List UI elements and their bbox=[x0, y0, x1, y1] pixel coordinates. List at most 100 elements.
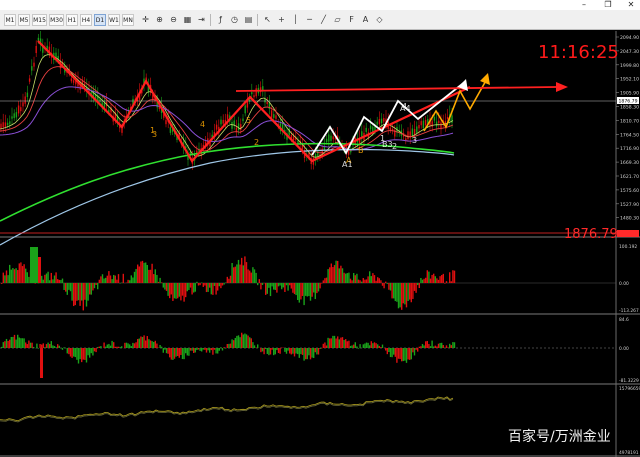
indicator-1-bar bbox=[100, 276, 102, 283]
indicator-1-bar bbox=[113, 274, 115, 283]
zoom-in-icon[interactable]: ⊕ bbox=[154, 14, 165, 26]
candle-body bbox=[446, 116, 449, 120]
axis-tick-label: 1621.70 bbox=[620, 174, 639, 180]
indicator-2-bar bbox=[68, 348, 70, 355]
timeframe-button-m15[interactable]: M15 bbox=[32, 14, 47, 26]
trendline-icon[interactable]: ╱ bbox=[318, 14, 329, 26]
indicator-2-bar bbox=[261, 348, 264, 352]
indicator-2-bar bbox=[413, 348, 416, 356]
crosshair-icon[interactable]: ✛ bbox=[140, 14, 151, 26]
indicator-2-bar bbox=[141, 336, 144, 348]
indicator-1-bar bbox=[74, 283, 76, 306]
indicator-1-bar bbox=[316, 283, 318, 294]
chart-toolbar: M1 M5 M15 M30 H1 H4 D1 W1 MN ✛ ⊕ ⊖ ▦ ⇥ ƒ ◷ ▤ ↖ + │ ─ ╱ ▱ F A ◇ bbox=[0, 10, 640, 30]
indicator-2-bar bbox=[233, 340, 235, 348]
indicator-1-bar bbox=[177, 283, 179, 299]
indicator-2-bar bbox=[367, 342, 369, 348]
indicator-2-bar bbox=[7, 340, 9, 348]
indicator-2-min-label: -81.3229 bbox=[619, 378, 639, 384]
zoom-out-icon[interactable]: ⊖ bbox=[168, 14, 179, 26]
indicator-2-bar bbox=[217, 348, 219, 354]
indicator-1-bar bbox=[30, 247, 38, 283]
indicator-2-bar bbox=[441, 342, 443, 348]
indicator-1-bar bbox=[327, 269, 329, 283]
indicator-1-bar bbox=[143, 262, 145, 283]
timeframe-button-h1[interactable]: H1 bbox=[66, 14, 78, 26]
indicator-2-bar bbox=[194, 348, 196, 353]
indicator-3-min-label: 4978191 bbox=[619, 450, 639, 456]
chart-svg[interactable]: 100.192 0.00 -113.267 84.6 0.00 -81.3229 157… bbox=[0, 29, 640, 457]
templates-icon[interactable]: ▤ bbox=[243, 14, 254, 26]
cursor-icon[interactable]: ↖ bbox=[262, 14, 273, 26]
watermark-text: 百家号/万洲金业 bbox=[508, 428, 611, 445]
timeframe-button-m5[interactable]: M5 bbox=[18, 14, 30, 26]
indicator-2-bar bbox=[396, 348, 398, 363]
indicator-2-bar bbox=[209, 348, 211, 353]
indicator-2-bar bbox=[391, 348, 393, 358]
text-tool-icon[interactable]: A bbox=[360, 14, 371, 26]
shapes-icon[interactable]: ◇ bbox=[374, 14, 385, 26]
indicator-2-bar bbox=[380, 346, 382, 348]
vertical-line-icon[interactable]: │ bbox=[290, 14, 301, 26]
periods-icon[interactable]: ◷ bbox=[229, 14, 240, 26]
indicator-1-bar bbox=[49, 280, 51, 283]
indicator-1-bar bbox=[133, 271, 136, 283]
timeframe-button-d1[interactable]: D1 bbox=[94, 14, 106, 26]
indicator-1-bar bbox=[119, 283, 121, 284]
timeframe-button-w1[interactable]: W1 bbox=[108, 14, 120, 26]
indicator-2-bar bbox=[266, 348, 268, 354]
timeframe-button-m1[interactable]: M1 bbox=[4, 14, 16, 26]
indicator-2-bar bbox=[183, 348, 185, 360]
timeframe-button-h4[interactable]: H4 bbox=[80, 14, 92, 26]
grid-icon[interactable]: ▦ bbox=[182, 14, 193, 26]
indicator-1-bar bbox=[220, 283, 222, 289]
indicator-2-bar bbox=[325, 345, 328, 348]
indicator-2-bar bbox=[207, 348, 209, 351]
indicator-1-bar bbox=[319, 283, 321, 289]
timeframe-button-mn[interactable]: MN bbox=[122, 14, 134, 26]
indicator-1-bar bbox=[348, 272, 350, 283]
restore-icon[interactable]: ❐ bbox=[601, 0, 615, 10]
indicator-1-bar bbox=[21, 266, 24, 283]
fibonacci-icon[interactable]: F bbox=[346, 14, 357, 26]
indicator-1-bar bbox=[375, 280, 377, 283]
indicator-1-bar bbox=[274, 283, 276, 290]
axis-tick-label: 1480.30 bbox=[620, 216, 639, 222]
indicator-2-bar bbox=[213, 348, 216, 350]
indicator-1-bar bbox=[153, 274, 155, 283]
minimize-icon[interactable]: – bbox=[577, 0, 591, 10]
indicator-1-bar bbox=[298, 283, 300, 303]
axis-tick-label: 2094.90 bbox=[620, 35, 639, 41]
indicator-2-bar bbox=[303, 348, 305, 361]
indicator-1-bar bbox=[68, 283, 70, 290]
indicator-2-bar bbox=[93, 348, 96, 352]
candle-body bbox=[251, 92, 253, 95]
indicator-1-bar bbox=[249, 270, 251, 283]
indicator-1-zero-label: 0.00 bbox=[619, 281, 629, 287]
indicator-1-bar bbox=[140, 261, 142, 283]
indicator-2-bar bbox=[111, 340, 113, 348]
indicator-1-bar bbox=[405, 283, 408, 308]
candle-body bbox=[380, 118, 383, 124]
indicator-2-bar bbox=[177, 348, 179, 356]
indicator-1-bar bbox=[111, 279, 113, 283]
indicators-icon[interactable]: ƒ bbox=[215, 14, 226, 26]
indicator-1-bar bbox=[330, 263, 332, 283]
chart-area[interactable]: 100.192 0.00 -113.267 84.6 0.00 -81.3229 157… bbox=[0, 29, 640, 457]
crosshair-tool-icon[interactable]: + bbox=[276, 14, 287, 26]
indicator-2-bar bbox=[452, 342, 454, 348]
indicator-2-bar bbox=[436, 346, 438, 348]
indicator-1-bar bbox=[223, 283, 225, 285]
chart-shift-icon[interactable]: ⇥ bbox=[196, 14, 207, 26]
candle-body bbox=[33, 62, 35, 67]
indicator-2-bar bbox=[309, 348, 312, 360]
horizontal-line-icon[interactable]: ─ bbox=[304, 14, 315, 26]
indicator-1-bar bbox=[356, 273, 358, 283]
timeframe-button-m30[interactable]: M30 bbox=[49, 14, 64, 26]
channel-icon[interactable]: ▱ bbox=[332, 14, 343, 26]
indicator-1-bar bbox=[1, 283, 3, 284]
indicator-2-bar bbox=[41, 344, 43, 348]
indicator-1-bar bbox=[343, 272, 345, 283]
close-icon[interactable]: ✕ bbox=[624, 0, 638, 10]
indicator-2-bar bbox=[439, 342, 441, 348]
